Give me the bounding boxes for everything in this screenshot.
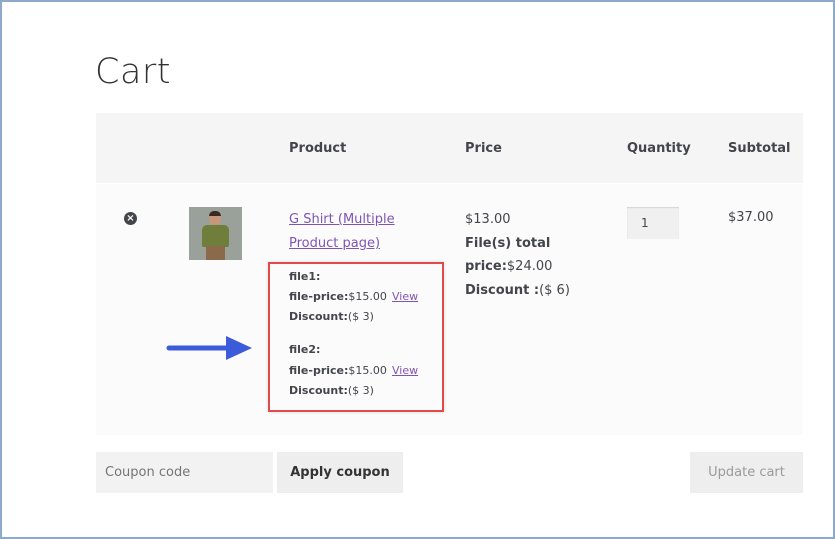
file1-label: file1: bbox=[289, 270, 321, 283]
header-quantity: Quantity bbox=[627, 141, 691, 156]
product-name-link[interactable]: G Shirt (Multiple Product page) bbox=[289, 208, 409, 256]
files-total-label-line2: price: bbox=[465, 259, 507, 274]
file2-price-label: file-price: bbox=[289, 364, 349, 377]
files-total-value: $24.00 bbox=[506, 259, 553, 274]
arrow-right-icon bbox=[166, 336, 252, 360]
file2-discount: ($ 3) bbox=[347, 384, 374, 397]
header-subtotal: Subtotal bbox=[728, 141, 791, 156]
file1-discount: ($ 3) bbox=[347, 310, 374, 323]
header-product: Product bbox=[289, 141, 347, 156]
line-subtotal: $37.00 bbox=[728, 210, 774, 225]
apply-coupon-button[interactable]: Apply coupon bbox=[277, 452, 403, 493]
file1-discount-row: Discount:($ 3) bbox=[289, 310, 374, 323]
file1-view-link[interactable]: View bbox=[392, 290, 418, 303]
page-title: Cart bbox=[95, 52, 171, 92]
file2-label: file2: bbox=[289, 343, 321, 356]
file1-discount-label: Discount: bbox=[289, 310, 348, 323]
file2-discount-row: Discount:($ 3) bbox=[289, 384, 374, 397]
file2-price: $15.00 bbox=[348, 364, 387, 377]
file1-price-row: file-price:$15.00 bbox=[289, 290, 387, 303]
coupon-code-input[interactable] bbox=[96, 452, 273, 493]
product-thumbnail[interactable] bbox=[189, 207, 242, 260]
unit-price: $13.00 bbox=[465, 212, 511, 227]
file2-price-row: file-price:$15.00 bbox=[289, 364, 387, 377]
file2-discount-label: Discount: bbox=[289, 384, 348, 397]
file2-label-row: file2: bbox=[289, 343, 320, 356]
price-column: $13.00 File(s) total price:$24.00 Discou… bbox=[465, 208, 605, 302]
file1-price: $15.00 bbox=[348, 290, 387, 303]
file1-price-label: file-price: bbox=[289, 290, 349, 303]
thumbnail-hair bbox=[209, 211, 221, 216]
product-name-line1: G Shirt (Multiple bbox=[289, 212, 395, 227]
file2-view-link[interactable]: View bbox=[392, 364, 418, 377]
cart-item-row: × G Shirt (Multiple Product page) file1:… bbox=[96, 184, 803, 435]
update-cart-button[interactable]: Update cart bbox=[690, 452, 803, 493]
thumbnail-legs bbox=[206, 246, 225, 260]
header-price: Price bbox=[465, 141, 502, 156]
quantity-input[interactable] bbox=[627, 207, 679, 239]
discount-label: Discount : bbox=[465, 282, 540, 298]
thumbnail-torso bbox=[202, 225, 229, 247]
file1-label-row: file1: bbox=[289, 270, 320, 283]
files-total-label-line1: File(s) total bbox=[465, 235, 551, 251]
discount-value: ($ 6) bbox=[539, 282, 570, 298]
product-name-line2: Product page) bbox=[289, 236, 381, 251]
close-circle-icon[interactable]: × bbox=[124, 212, 137, 225]
cart-table-header: Product Price Quantity Subtotal bbox=[96, 113, 803, 183]
